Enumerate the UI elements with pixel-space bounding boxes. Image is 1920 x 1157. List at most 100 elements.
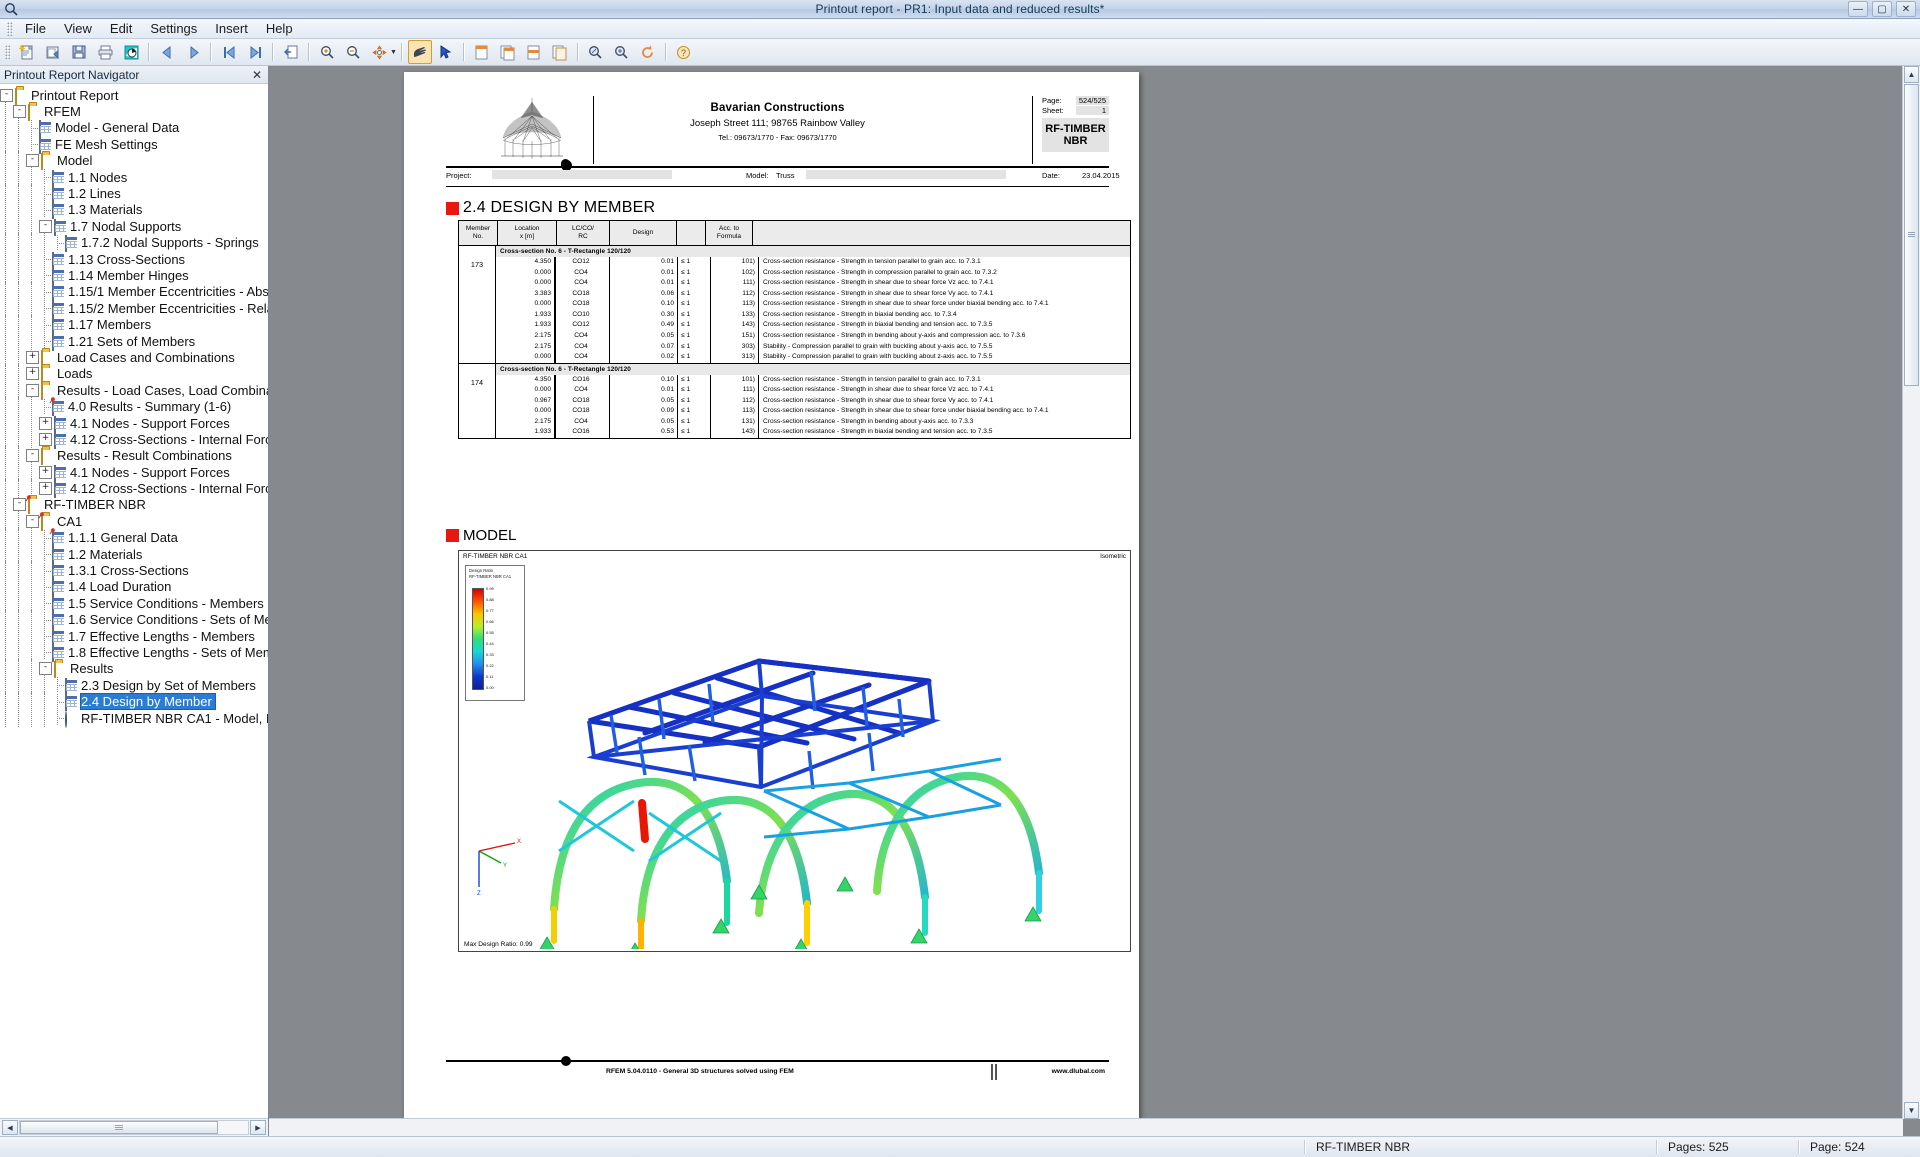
- tree-toggle-expand[interactable]: +: [39, 465, 52, 479]
- tree-item-8[interactable]: - 1.7 Nodal Supports: [0, 216, 268, 237]
- print-preview-icon[interactable]: [119, 40, 143, 64]
- tree-item-36[interactable]: 2.3 Design by Set of Members: [0, 675, 268, 696]
- chevron-down-icon[interactable]: ▼: [390, 49, 397, 56]
- tree-toggle-expand[interactable]: +: [39, 432, 52, 446]
- navigator-close-icon[interactable]: ✕: [250, 69, 264, 81]
- selection-icon[interactable]: [610, 40, 634, 64]
- document-hscrollbar[interactable]: [269, 1118, 1903, 1136]
- tree-toggle-collapse[interactable]: -: [0, 88, 13, 102]
- tree-toggle-collapse[interactable]: -: [39, 662, 52, 676]
- tree-item-38[interactable]: RF-TIMBER NBR CA1 - Model, Isometric: [0, 708, 268, 729]
- zoom-fit-icon[interactable]: [367, 40, 391, 64]
- menu-edit[interactable]: Edit: [101, 19, 141, 38]
- tree-item-4[interactable]: - Model: [0, 150, 268, 171]
- tree-item-33[interactable]: 1.7 Effective Lengths - Members: [0, 626, 268, 647]
- menu-insert[interactable]: Insert: [206, 19, 257, 38]
- menu-help[interactable]: Help: [257, 19, 302, 38]
- tree-item-19[interactable]: 4.0 Results - Summary (1-6): [0, 396, 268, 417]
- save-report-icon[interactable]: [67, 40, 91, 64]
- scroll-up-button[interactable]: ▲: [1904, 66, 1919, 83]
- menu-file[interactable]: File: [16, 19, 55, 38]
- open-report-icon[interactable]: [41, 40, 65, 64]
- scroll-down-button[interactable]: ▼: [1904, 1102, 1919, 1119]
- maximize-button[interactable]: ▢: [1872, 1, 1892, 17]
- tree-item-10[interactable]: 1.13 Cross-Sections: [0, 249, 268, 270]
- tree-item-20[interactable]: +4.1 Nodes - Support Forces: [0, 413, 268, 433]
- scroll-left-button[interactable]: ◀: [2, 1120, 18, 1135]
- select-pointer-icon[interactable]: [434, 40, 458, 64]
- hscroll-thumb[interactable]: [20, 1121, 219, 1134]
- export-pdf-icon[interactable]: [522, 40, 546, 64]
- tree-toggle-collapse[interactable]: -: [26, 449, 39, 463]
- tree-item-13[interactable]: 1.15/2 Member Eccentricities - Relative: [0, 298, 268, 319]
- tree-item-12[interactable]: 1.15/1 Member Eccentricities - Absolute: [0, 281, 268, 302]
- help-icon[interactable]: ?: [672, 40, 696, 64]
- tree-item-34[interactable]: 1.8 Effective Lengths - Sets of Members: [0, 642, 268, 663]
- refresh-icon[interactable]: [636, 40, 660, 64]
- tree-toggle-collapse[interactable]: -: [26, 154, 39, 168]
- tree-item-7[interactable]: 1.3 Materials: [0, 199, 268, 220]
- tree-toggle-expand[interactable]: +: [39, 482, 52, 496]
- pan-hand-icon[interactable]: [407, 40, 432, 64]
- minimize-button[interactable]: —: [1848, 1, 1868, 17]
- tree-item-23[interactable]: +4.1 Nodes - Support Forces: [0, 462, 268, 483]
- tree-item-9[interactable]: 1.7.2 Nodal Supports - Springs: [0, 232, 268, 253]
- tree-item-0[interactable]: - Printout Report: [0, 87, 268, 105]
- tree-item-37[interactable]: 2.4 Design by Member: [0, 691, 268, 712]
- new-report-icon[interactable]: [15, 40, 39, 64]
- vscroll-thumb[interactable]: [1904, 84, 1919, 386]
- navigator-hscrollbar[interactable]: ◀ ▶: [0, 1118, 268, 1136]
- tree-item-25[interactable]: - RF-TIMBER NBR: [0, 494, 268, 515]
- tree-item-30[interactable]: 1.4 Load Duration: [0, 576, 268, 597]
- tree-item-32[interactable]: 1.6 Service Conditions - Sets of Members: [0, 609, 268, 630]
- zoom-out-icon[interactable]: [341, 40, 365, 64]
- tree-toggle-expand[interactable]: +: [39, 416, 52, 430]
- report-tree[interactable]: - Printout Report - RFEM Model - General Dat…: [0, 84, 268, 1118]
- menu-settings[interactable]: Settings: [141, 19, 206, 38]
- previous-page-icon[interactable]: [155, 40, 179, 64]
- tree-item-16[interactable]: + Load Cases and Combinations: [0, 347, 268, 368]
- tree-item-24[interactable]: +4.12 Cross-Sections - Internal Forces: [0, 478, 268, 499]
- tree-item-22[interactable]: - Results - Result Combinations: [0, 445, 268, 466]
- tree-item-3[interactable]: FE Mesh Settings: [0, 134, 268, 155]
- menu-grip-icon[interactable]: [7, 21, 13, 36]
- tree-item-18[interactable]: - Results - Load Cases, Load Combinations: [0, 380, 268, 401]
- scroll-right-button[interactable]: ▶: [250, 1120, 266, 1135]
- export-page-icon[interactable]: [470, 40, 494, 64]
- tree-item-1[interactable]: - RFEM: [0, 101, 268, 122]
- tree-item-35[interactable]: - Results: [0, 658, 268, 679]
- tree-toggle-collapse[interactable]: -: [26, 383, 39, 397]
- document-vscrollbar[interactable]: ▲ ▼: [1902, 66, 1920, 1119]
- tree-item-27[interactable]: 1.1.1 General Data: [0, 527, 268, 548]
- find-icon[interactable]: [584, 40, 608, 64]
- tree-item-11[interactable]: 1.14 Member Hinges: [0, 265, 268, 286]
- next-page-icon[interactable]: [181, 40, 205, 64]
- tree-item-5[interactable]: 1.1 Nodes: [0, 167, 268, 188]
- toolbar-grip-icon[interactable]: [5, 45, 11, 59]
- tree-item-31[interactable]: 1.5 Service Conditions - Members: [0, 593, 268, 614]
- tree-toggle-collapse[interactable]: -: [13, 105, 26, 119]
- tree-item-2[interactable]: Model - General Data: [0, 117, 268, 138]
- tree-item-26[interactable]: - CA1: [0, 511, 268, 532]
- tree-toggle-expand[interactable]: +: [26, 350, 39, 364]
- tree-toggle-expand[interactable]: +: [26, 367, 39, 381]
- export-copy-icon[interactable]: [548, 40, 572, 64]
- tree-item-21[interactable]: +4.12 Cross-Sections - Internal Forces: [0, 429, 268, 450]
- menu-view[interactable]: View: [55, 19, 101, 38]
- first-page-icon[interactable]: [217, 40, 241, 64]
- tree-item-29[interactable]: 1.3.1 Cross-Sections: [0, 560, 268, 581]
- tree-item-6[interactable]: 1.2 Lines: [0, 183, 268, 204]
- page-setup-icon[interactable]: [279, 40, 303, 64]
- print-icon[interactable]: [93, 40, 117, 64]
- zoom-in-icon[interactable]: [315, 40, 339, 64]
- last-page-icon[interactable]: [243, 40, 267, 64]
- tree-toggle-collapse[interactable]: -: [39, 219, 52, 233]
- document-viewport[interactable]: Bavarian Constructions Joseph Street 111…: [269, 66, 1920, 1136]
- tree-item-17[interactable]: + Loads: [0, 363, 268, 384]
- close-button[interactable]: ✕: [1896, 1, 1916, 17]
- tree-item-14[interactable]: 1.17 Members: [0, 314, 268, 335]
- hscroll-track[interactable]: [19, 1120, 249, 1135]
- tree-item-15[interactable]: 1.21 Sets of Members: [0, 331, 268, 352]
- export-rtf-icon[interactable]: [496, 40, 520, 64]
- tree-item-28[interactable]: 1.2 Materials: [0, 544, 268, 565]
